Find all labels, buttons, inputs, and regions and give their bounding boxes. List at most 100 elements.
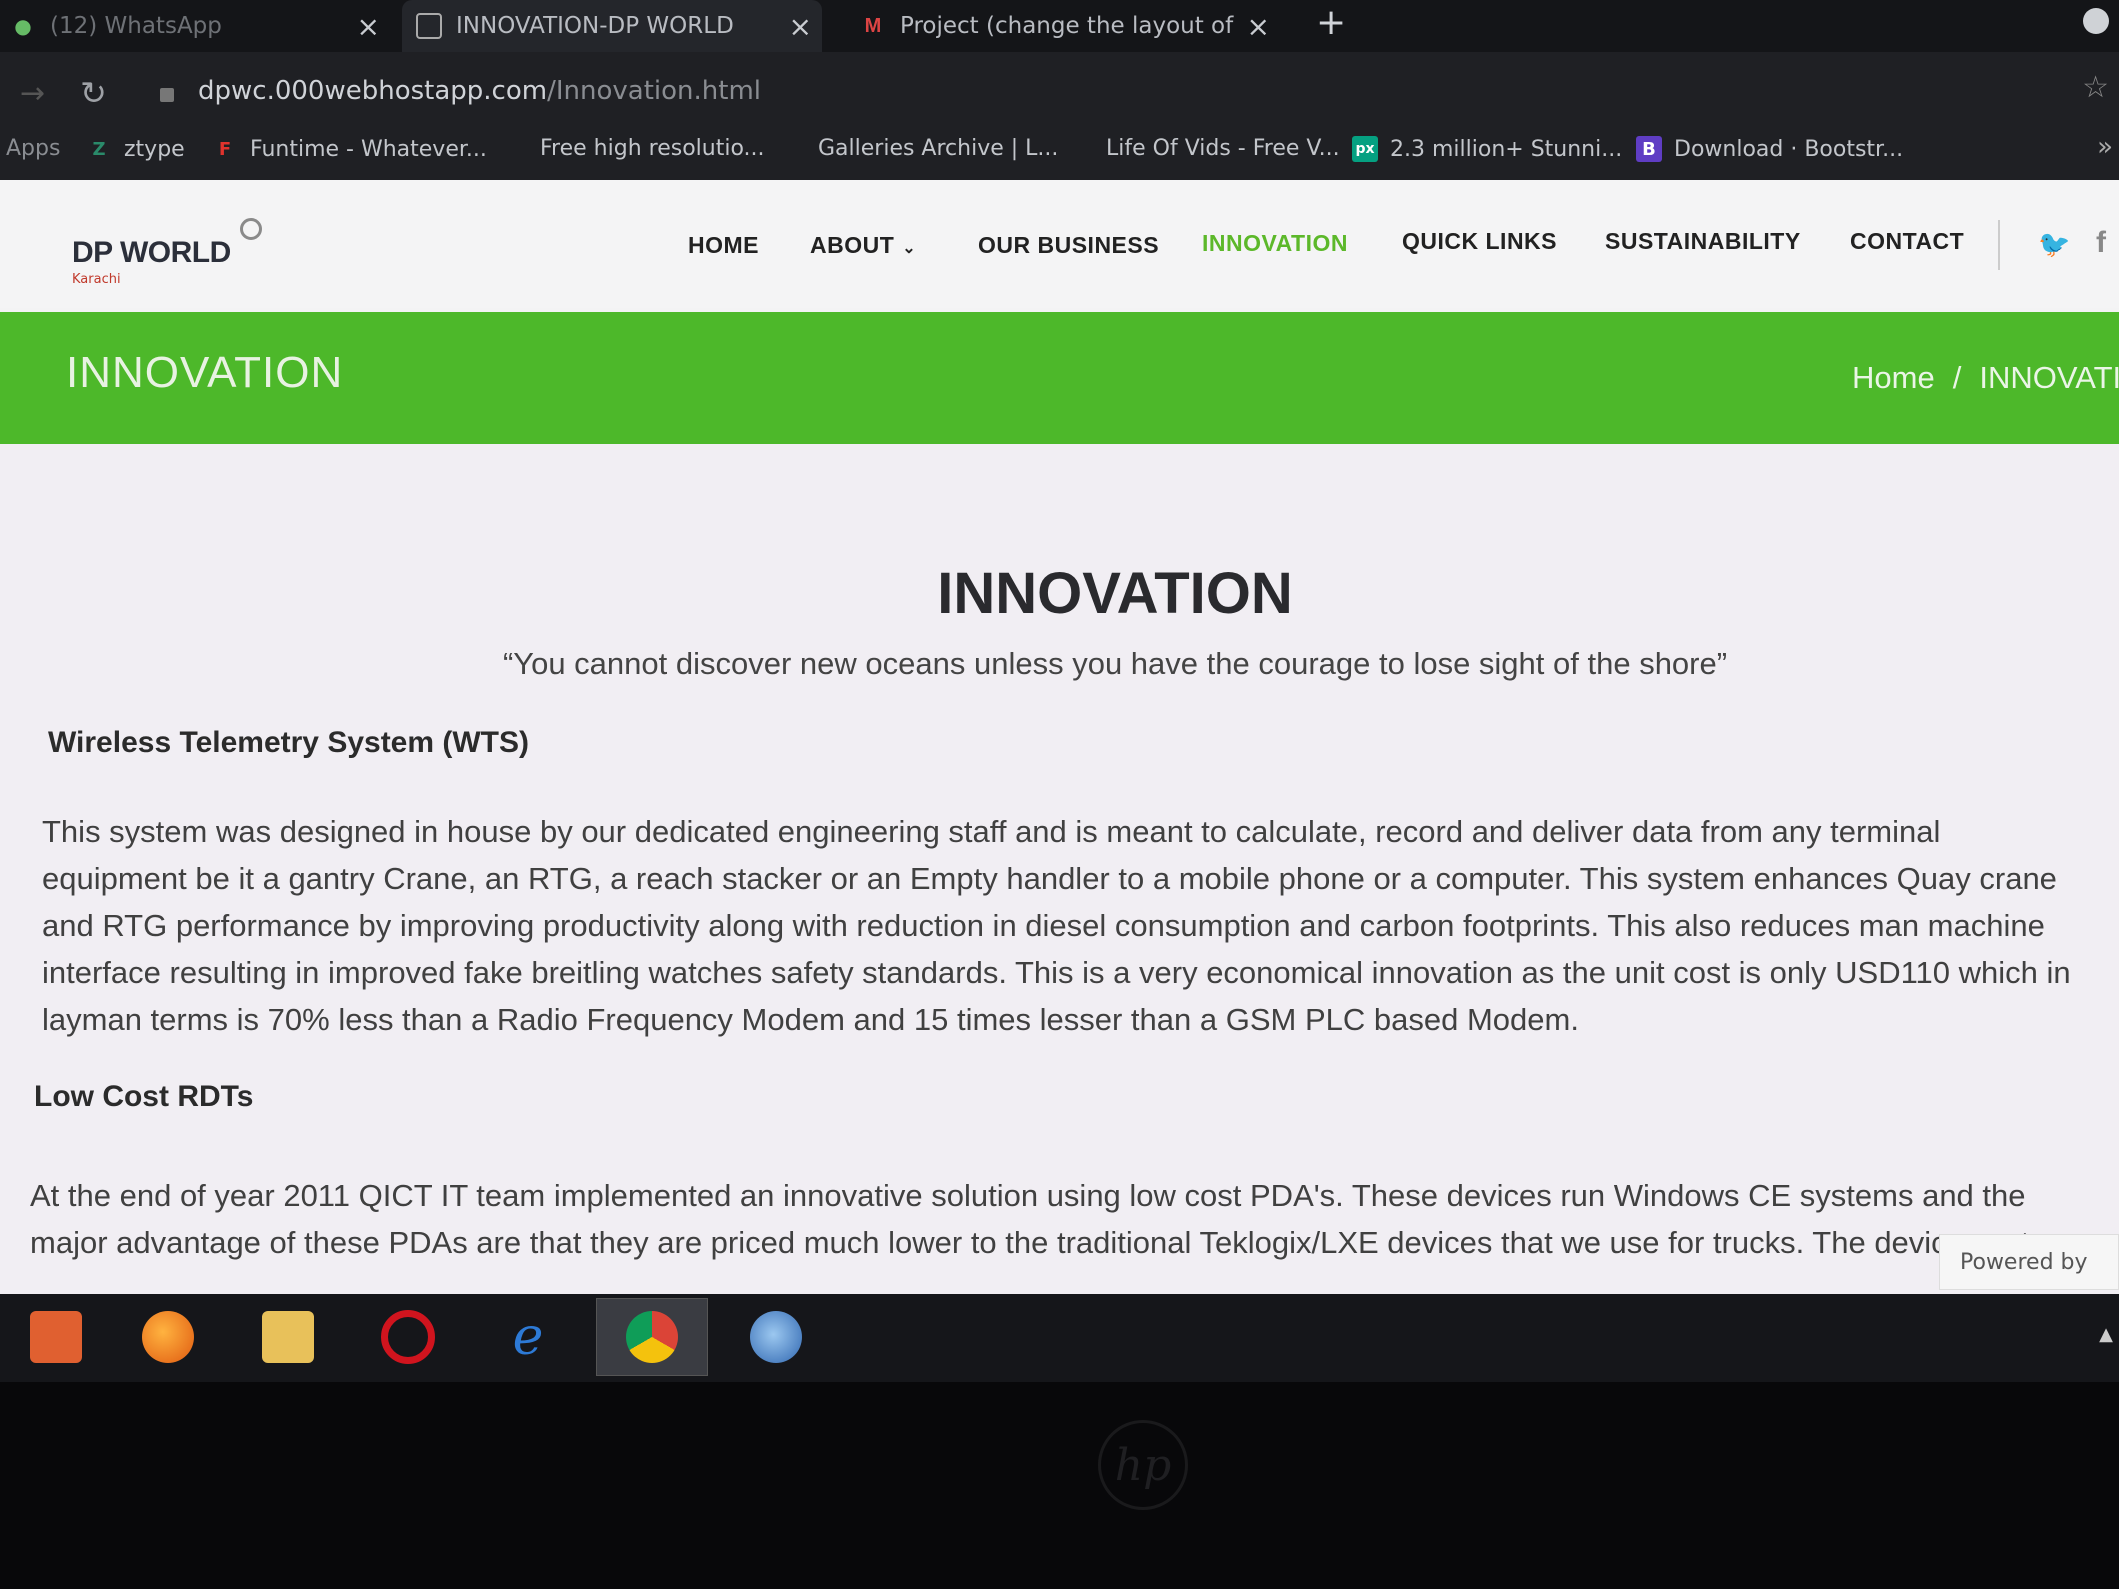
breadcrumb: Home / INNOVATION — [1852, 360, 2119, 396]
bookmark-life-of-vids[interactable]: Life Of Vids - Free V... — [1106, 136, 1340, 161]
network-icon — [750, 1311, 802, 1363]
bookmark-label: Life Of Vids - Free V... — [1106, 136, 1340, 161]
taskbar-opera[interactable] — [352, 1298, 464, 1376]
breadcrumb-separator: / — [1952, 360, 1962, 395]
powered-by-label: Powered by — [1960, 1249, 2088, 1275]
new-tab-button[interactable]: + — [1316, 2, 1346, 43]
profile-icon[interactable] — [2083, 8, 2109, 34]
bookmark-label: Apps — [6, 136, 61, 161]
text-line: At the end of year 2011 QICT IT team imp… — [30, 1178, 2026, 1213]
chevron-down-icon: ⌄ — [902, 240, 917, 257]
site-logo[interactable]: DP WORLD Karachi — [72, 218, 262, 287]
bookmark-funtime[interactable]: F Funtime - Whatever... — [212, 136, 487, 162]
bookmark-label: ztype — [124, 136, 185, 162]
facebook-icon[interactable]: f — [2096, 226, 2106, 260]
address-domain: dpwc.000webhostapp.com — [198, 76, 548, 106]
twitter-icon[interactable]: 🐦 — [2038, 230, 2070, 260]
web-page: DP WORLD Karachi HOME ABOUT ⌄ OUR BUSINES… — [0, 180, 2119, 1294]
logo-text: DP WORLD — [72, 236, 231, 269]
tab-gmail-project[interactable]: M Project (change the layout of e × — [860, 0, 1270, 52]
page-title: INNOVATION — [937, 561, 1293, 626]
tab-strip: ● (12) WhatsApp × INNOVATION-DP WORLD × … — [0, 0, 2119, 52]
text-line: layman terms is 70% less than a Radio Fr… — [42, 1002, 1579, 1037]
section-heading-rdt: Low Cost RDTs — [34, 1080, 254, 1113]
taskbar-file-explorer[interactable] — [232, 1298, 344, 1376]
bookmark-star-icon[interactable]: ☆ — [2082, 70, 2109, 105]
os-taskbar: e ▲ — [0, 1294, 2119, 1382]
nav-quick-links[interactable]: QUICK LINKS — [1402, 228, 1557, 255]
pexels-icon: px — [1352, 136, 1378, 162]
nav-home[interactable]: HOME — [688, 232, 759, 259]
text-line: and RTG performance by improving product… — [42, 908, 2045, 943]
nav-about[interactable]: ABOUT ⌄ — [810, 232, 916, 259]
bookmark-bootstrap[interactable]: B Download · Bootstr... — [1636, 136, 1903, 162]
tray-expand-icon[interactable]: ▲ — [2099, 1324, 2113, 1345]
bookmark-label: Free high resolutio... — [540, 136, 765, 161]
bookmark-label: Download · Bootstr... — [1674, 136, 1904, 162]
nav-about-label: ABOUT — [810, 232, 895, 258]
section-body-wts: This system was designed in house by our… — [42, 808, 2119, 1043]
bootstrap-icon: B — [1636, 136, 1662, 162]
nav-sustainability[interactable]: SUSTAINABILITY — [1605, 228, 1801, 255]
bookmarks-bar: Apps Z ztype F Funtime - Whatever... Fre… — [0, 124, 2119, 180]
breadcrumb-current: INNOVATION — [1979, 360, 2119, 395]
nav-contact[interactable]: CONTACT — [1850, 228, 1964, 255]
forward-arrow-icon[interactable]: → — [20, 76, 45, 111]
taskbar-chrome[interactable] — [596, 1298, 708, 1376]
bookmarks-overflow-icon[interactable]: » — [2097, 132, 2113, 162]
browser-toolbar: → ↻ dpwc.000webhostapp.com/Innovation.ht… — [0, 52, 2119, 132]
close-icon[interactable]: × — [789, 10, 812, 43]
whatsapp-icon: ● — [14, 14, 32, 38]
file-explorer-icon — [262, 1311, 314, 1363]
tab-title: Project (change the layout of e — [900, 13, 1255, 39]
text-line: equipment be it a gantry Crane, an RTG, … — [42, 861, 2057, 896]
opera-icon — [381, 1310, 435, 1364]
lock-icon[interactable] — [160, 88, 174, 102]
bookmark-label: Funtime - Whatever... — [250, 136, 487, 162]
page-banner: INNOVATION Home / INNOVATION — [0, 312, 2119, 444]
nav-innovation[interactable]: INNOVATION — [1202, 230, 1348, 257]
nav-our-business[interactable]: OUR BUSINESS — [978, 232, 1159, 259]
bookmark-label: 2.3 million+ Stunni... — [1390, 136, 1623, 162]
address-path: /Innovation.html — [547, 76, 761, 106]
banner-title: INNOVATION — [66, 348, 344, 397]
chrome-icon — [626, 1311, 678, 1363]
text-line: interface resulting in improved fake bre… — [42, 955, 2071, 990]
tab-title: (12) WhatsApp — [50, 13, 222, 39]
section-body-rdt: At the end of year 2011 QICT IT team imp… — [30, 1172, 2119, 1266]
taskbar-internet-explorer[interactable]: e — [472, 1298, 584, 1376]
main-content: INNOVATION “You cannot discover new ocea… — [0, 444, 2119, 1294]
close-icon[interactable]: × — [357, 10, 380, 43]
logo-mark-icon — [240, 218, 262, 240]
bookmark-ztype[interactable]: Z ztype — [86, 136, 185, 162]
site-icon — [416, 13, 442, 39]
bookmark-apps[interactable]: Apps — [6, 136, 60, 161]
nav-divider — [1998, 220, 2000, 270]
text-line: This system was designed in house by our… — [42, 814, 1941, 849]
bookmark-label: Galleries Archive | L... — [818, 136, 1059, 161]
ztype-icon: Z — [92, 138, 106, 160]
media-player-icon — [30, 1311, 82, 1363]
page-quote: “You cannot discover new oceans unless y… — [502, 646, 1728, 681]
tab-innovation-dp-world[interactable]: INNOVATION-DP WORLD × — [402, 0, 822, 52]
reload-icon[interactable]: ↻ — [80, 74, 107, 112]
bookmark-pexels[interactable]: px 2.3 million+ Stunni... — [1352, 136, 1622, 162]
taskbar-network[interactable] — [720, 1298, 832, 1376]
address-bar[interactable]: dpwc.000webhostapp.com/Innovation.html — [198, 76, 761, 106]
logo-subtitle: Karachi — [72, 272, 121, 287]
taskbar-media-player[interactable] — [0, 1298, 112, 1376]
taskbar-firefox[interactable] — [112, 1298, 224, 1376]
powered-by-badge[interactable]: Powered by — [1939, 1234, 2119, 1290]
internet-explorer-icon: e — [512, 1307, 544, 1367]
breadcrumb-home-link[interactable]: Home — [1852, 360, 1935, 395]
browser-window-chrome: ● (12) WhatsApp × INNOVATION-DP WORLD × … — [0, 0, 2119, 180]
gmail-icon: M — [864, 14, 882, 37]
funtime-icon: F — [218, 138, 232, 160]
site-header: DP WORLD Karachi HOME ABOUT ⌄ OUR BUSINES… — [0, 180, 2119, 308]
close-icon[interactable]: × — [1240, 10, 1270, 43]
bookmark-galleries-archive[interactable]: Galleries Archive | L... — [818, 136, 1058, 161]
text-line: major advantage of these PDAs are that t… — [30, 1225, 2045, 1260]
tab-whatsapp[interactable]: ● (12) WhatsApp × — [10, 0, 380, 52]
bookmark-free-high-resolution[interactable]: Free high resolutio... — [540, 136, 765, 161]
firefox-icon — [142, 1311, 194, 1363]
